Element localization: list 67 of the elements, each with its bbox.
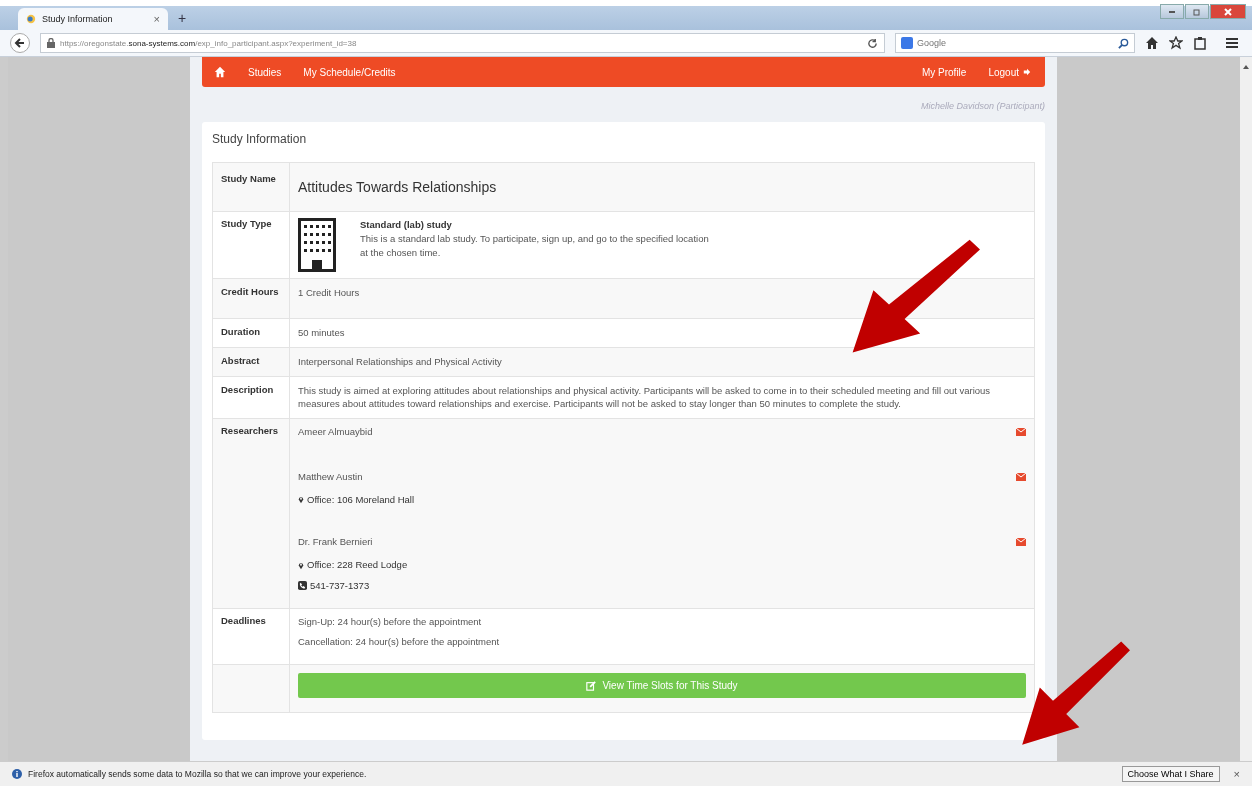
logout-link[interactable]: Logout (988, 66, 1031, 78)
building-icon (298, 218, 336, 272)
field-label: Researchers (221, 425, 279, 437)
restore-icon (1192, 6, 1202, 17)
field-label: Study Name (221, 173, 276, 184)
field-value: 50 minutes (298, 327, 345, 338)
office-location: Office: 228 Reed Lodge (307, 558, 408, 572)
home-icon[interactable] (1145, 36, 1159, 50)
nav-link[interactable]: Studies (248, 66, 282, 78)
address-bar[interactable]: https://oregonstate.sona-systems.com/exp_info_participant.aspx?experiment_id=38 (40, 33, 885, 53)
envelope-icon[interactable] (1016, 538, 1026, 547)
close-button[interactable]: × (1233, 768, 1240, 780)
field-label: Credit Hours (221, 286, 279, 297)
tab-title: Study Information (42, 14, 113, 24)
study-type-heading: Standard (lab) study (360, 218, 453, 232)
star-icon[interactable] (1169, 36, 1183, 50)
deadline-text: Cancellation: 24 hour(s) before the appointment (298, 635, 501, 650)
search-field[interactable]: Google (895, 33, 1135, 53)
clipboard-icon[interactable] (1193, 36, 1207, 50)
envelope-icon[interactable] (1016, 472, 1026, 481)
field-label: Abstract (221, 354, 260, 366)
close-icon (1223, 6, 1233, 17)
nav-link[interactable]: My Profile (921, 66, 967, 78)
close-tab-button[interactable]: × (153, 13, 160, 25)
field-label: Study Type (221, 218, 272, 229)
logout-icon (1023, 68, 1031, 76)
phone-number: 541-737-1373 (310, 578, 370, 593)
minimize-icon (1169, 10, 1175, 13)
phone-icon (298, 581, 307, 591)
url-text: https://oregonstate.sona-systems.com/exp_info_participant.aspx?experiment_id=38 (60, 38, 357, 48)
globe-icon (26, 14, 36, 24)
nav-link[interactable]: My Schedule/Credits (303, 66, 396, 78)
card-title: Study Information (212, 131, 308, 148)
researcher-name: Ameer Almuaybid (298, 425, 373, 439)
map-pin-icon (298, 560, 304, 570)
back-arrow-icon (14, 37, 26, 49)
search-engine-icon (901, 37, 913, 49)
reload-icon[interactable] (867, 37, 878, 49)
field-label: Duration (221, 326, 261, 337)
office-location: Office: 106 Moreland Hall (307, 492, 415, 507)
field-value: Interpersonal Relationships and Physical Activity (298, 355, 502, 367)
browser-tab[interactable]: Study Information × (18, 8, 168, 30)
study-name: Attitudes Towards Relationships (298, 178, 498, 197)
back-button[interactable] (10, 33, 30, 53)
lock-icon (47, 38, 55, 48)
close-window-button[interactable] (1210, 4, 1246, 19)
info-icon (12, 769, 22, 779)
edit-icon (586, 680, 597, 691)
field-label: Deadlines (221, 614, 266, 626)
researcher-name: Dr. Frank Bernieri (298, 535, 373, 550)
menu-icon[interactable] (1225, 36, 1239, 50)
field-value: This study is aimed at exploring attitudes about relationships and physical activity. Participants will be asked to come in to their scheduled meeting and fill out various measures about attitudes toward relationships and exercise. Participants will not be asked to stay longer than 50 minutes to complete the study. (298, 384, 991, 410)
user-name: Michelle Davidson (Participant) (919, 100, 1045, 113)
minimize-button[interactable] (1160, 4, 1184, 19)
envelope-icon[interactable] (1016, 427, 1026, 436)
search-icon[interactable] (1118, 37, 1129, 49)
scroll-up-icon[interactable] (1243, 65, 1249, 69)
new-tab-button[interactable]: + (178, 10, 187, 26)
field-value: 1 Credit Hours (298, 287, 360, 298)
field-label: Description (221, 383, 274, 395)
notification-text: Firefox automatically sends some data to Mozilla so that we can improve your experience. (28, 769, 367, 779)
restore-button[interactable] (1185, 4, 1209, 19)
choose-what-i-share-button[interactable]: Choose What I Share (1121, 766, 1220, 782)
researcher-name: Matthew Austin (298, 469, 363, 484)
study-type-description: This is a standard lab study. To participate, sign up, and go to the specified location at the chosen time. (360, 231, 710, 260)
deadline-text: Sign-Up: 24 hour(s) before the appointment (298, 614, 483, 629)
map-pin-icon (298, 494, 304, 504)
